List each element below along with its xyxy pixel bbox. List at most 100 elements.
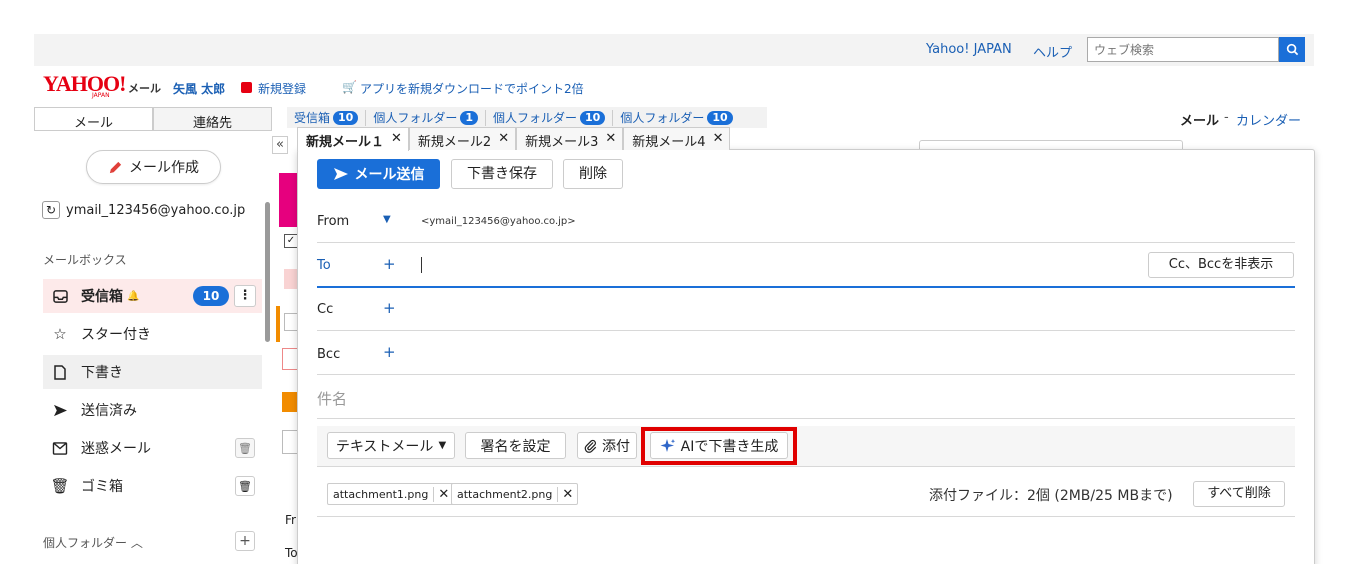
sidebar-item-label: 受信箱	[81, 289, 123, 305]
select-all-checkbox[interactable]: ✓	[284, 234, 298, 248]
folder-tab[interactable]: 個人フォルダー 10	[613, 110, 739, 126]
sidebar-item-label: ゴミ箱	[81, 479, 123, 495]
bcc-label: Bcc	[317, 347, 341, 362]
inbox-icon	[51, 289, 69, 303]
search-icon	[1286, 43, 1298, 56]
add-recipient-icon[interactable]: +	[383, 255, 396, 273]
divider	[317, 466, 1295, 467]
mail-row-tag	[282, 392, 298, 412]
bell-icon: 🔔	[127, 290, 140, 302]
subject-input[interactable]: 件名	[317, 388, 347, 409]
logo-mail-label: メール	[128, 82, 161, 95]
account-row: ↻ ymail_123456@yahoo.co.jp	[42, 201, 245, 219]
folder-tab[interactable]: 受信箱 10	[287, 109, 367, 126]
delete-all-attachments-button[interactable]: すべて削除	[1193, 481, 1285, 507]
inbox-count-badge: 10	[193, 286, 229, 306]
nav-calendar-link[interactable]: カレンダー	[1236, 110, 1301, 129]
signup-icon	[241, 82, 252, 93]
web-search-button[interactable]	[1279, 37, 1305, 62]
hide-cc-bcc-button[interactable]: Cc、Bccを非表示	[1148, 252, 1294, 278]
format-select[interactable]: テキストメール ▼	[327, 432, 455, 459]
sidebar-item-sent[interactable]: 送信済み	[43, 393, 262, 427]
attachment-info: 添付ファイル：2個 (2MB/25 MBまで)	[929, 488, 1173, 504]
yahoo-japan-link[interactable]: Yahoo! JAPAN	[926, 42, 1012, 57]
compose-tabs: 新規メール１ ✕ 新規メール2 ✕ 新規メール3 ✕ 新規メール4 ✕	[297, 127, 731, 151]
background-banner	[279, 173, 297, 227]
compose-tab[interactable]: 新規メール１ ✕	[297, 127, 409, 151]
compose-tab[interactable]: 新規メール3 ✕	[516, 127, 624, 150]
save-draft-button[interactable]: 下書き保存	[451, 159, 553, 189]
caret-down-icon[interactable]: ▼	[383, 214, 391, 225]
attachment-chip[interactable]: attachment1.png ✕	[327, 483, 455, 505]
folder-tab-strip: 受信箱 10 個人フォルダー 1 個人フォルダー 10 個人フォルダー 10	[287, 107, 767, 128]
compose-toolbar	[317, 426, 1295, 466]
yahoo-logo[interactable]: YAHOO!	[43, 73, 126, 95]
star-icon: ☆	[53, 325, 67, 343]
from-label: From	[317, 214, 350, 229]
collapse-sidebar-button[interactable]: «	[272, 136, 288, 154]
trash-icon: 🗑	[50, 477, 70, 495]
divider	[317, 242, 1295, 243]
refresh-icon[interactable]: ↻	[42, 201, 60, 219]
nav-mail: メール	[1180, 114, 1220, 129]
preview-from-label: Fr	[285, 513, 296, 527]
preview-to-label: To	[285, 546, 298, 560]
sidebar-item-inbox[interactable]: 受信箱 🔔	[43, 279, 262, 313]
sidebar-item-spam[interactable]: 迷惑メール	[43, 431, 262, 465]
sidebar-scrollbar[interactable]	[265, 202, 270, 342]
sidebar-item-trash[interactable]: 🗑 ゴミ箱	[43, 469, 262, 503]
chevron-up-icon: ︿	[130, 536, 143, 550]
remove-attachment-icon[interactable]: ✕	[557, 486, 577, 502]
pencil-icon	[109, 161, 122, 173]
promo-link[interactable]: アプリを新規ダウンロードでポイント2倍	[360, 80, 584, 97]
from-address[interactable]: <ymail_123456@yahoo.co.jp>	[421, 216, 576, 227]
paperclip-icon	[584, 439, 597, 453]
signup-link[interactable]: 新規登録	[258, 80, 306, 97]
signature-button[interactable]: 署名を設定	[465, 432, 566, 459]
sidebar-item-starred[interactable]: ☆ スター付き	[43, 317, 262, 351]
ai-draft-highlight	[641, 427, 797, 465]
sidebar-item-drafts[interactable]: 下書き	[43, 355, 262, 389]
send-button[interactable]: メール送信	[317, 159, 440, 189]
delete-button[interactable]: 削除	[563, 159, 623, 189]
mail-row-checkbox[interactable]	[282, 348, 298, 370]
personal-folders-heading[interactable]: 個人フォルダー ︿	[43, 534, 143, 551]
tab-mail[interactable]: メール	[34, 107, 153, 131]
attachment-chip[interactable]: attachment2.png ✕	[451, 483, 579, 505]
folder-tab[interactable]: 個人フォルダー 10	[486, 109, 614, 126]
account-email: ymail_123456@yahoo.co.jp	[66, 202, 246, 218]
sidebar-item-label: 迷惑メール	[81, 441, 151, 457]
add-bcc-icon[interactable]: +	[383, 343, 396, 361]
tab-contacts[interactable]: 連絡先	[153, 107, 272, 131]
add-cc-icon[interactable]: +	[383, 299, 396, 317]
mail-row-tag	[284, 269, 298, 289]
web-search-input[interactable]	[1087, 37, 1279, 62]
close-icon[interactable]: ✕	[605, 131, 616, 150]
spam-mail-icon	[51, 441, 69, 455]
close-icon[interactable]: ✕	[391, 131, 402, 151]
empty-spam-icon[interactable]: 🗑	[235, 438, 255, 458]
caret-down-icon: ▼	[438, 440, 447, 451]
cc-label: Cc	[317, 302, 334, 317]
sidebar-item-label: 送信済み	[81, 403, 137, 419]
divider	[317, 516, 1295, 517]
document-icon	[51, 364, 69, 380]
divider	[317, 330, 1295, 331]
compose-tab[interactable]: 新規メール2 ✕	[408, 127, 517, 150]
send-icon	[51, 404, 69, 417]
add-folder-button[interactable]: +	[235, 531, 255, 551]
close-icon[interactable]: ✕	[713, 131, 724, 150]
compose-tab[interactable]: 新規メール4 ✕	[623, 127, 731, 150]
help-link[interactable]: ヘルプ	[1033, 42, 1072, 61]
compose-button[interactable]: メール作成	[86, 150, 221, 184]
mail-row-checkbox[interactable]	[282, 430, 298, 454]
user-name[interactable]: 矢風 太郎	[173, 80, 225, 97]
mail-row-checkbox[interactable]	[284, 313, 298, 331]
folder-tab[interactable]: 個人フォルダー 1	[366, 109, 486, 126]
to-input-cursor[interactable]	[421, 257, 422, 273]
more-options-icon[interactable]: ⋮	[234, 285, 256, 307]
close-icon[interactable]: ✕	[498, 131, 509, 150]
attach-button[interactable]: 添付	[577, 432, 637, 459]
sidebar-item-label: 下書き	[81, 365, 123, 381]
empty-trash-icon[interactable]: 🗑	[235, 476, 255, 496]
